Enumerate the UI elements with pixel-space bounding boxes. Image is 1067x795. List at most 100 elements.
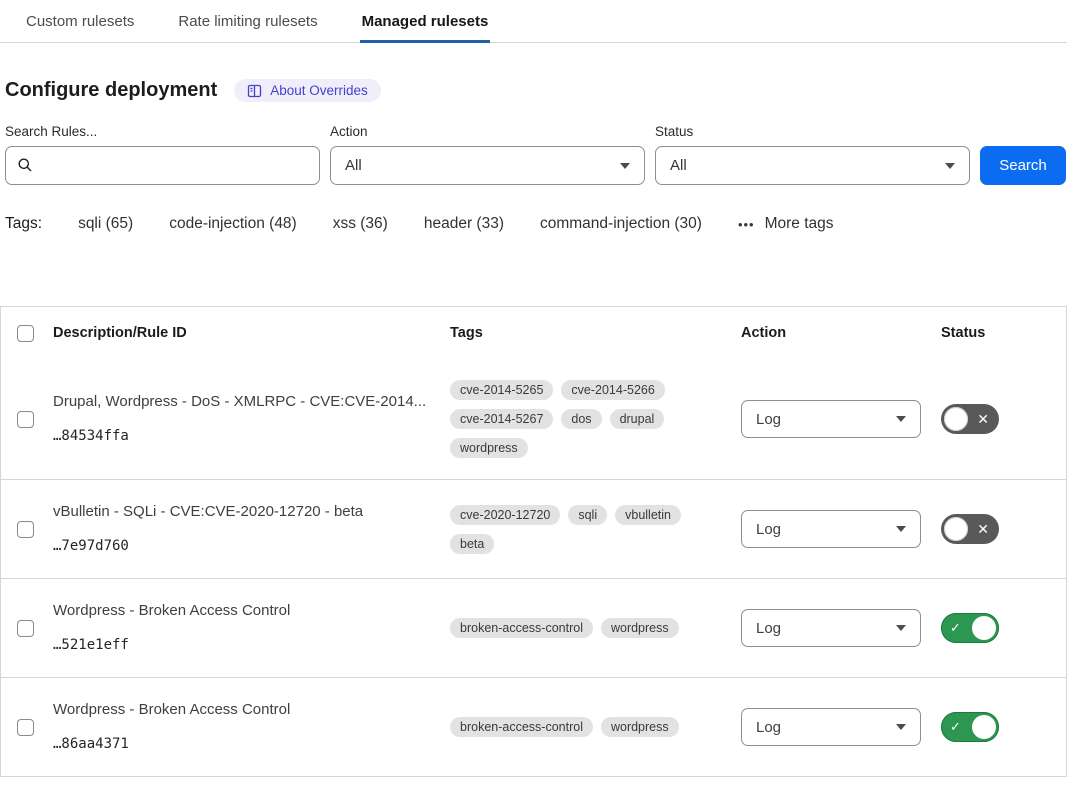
toggle-knob (944, 407, 968, 431)
tag-pill: broken-access-control (450, 618, 593, 638)
status-select[interactable]: All (655, 146, 970, 185)
tag-pill: cve-2014-5267 (450, 409, 553, 429)
rule-id: …521e1eff (53, 634, 434, 656)
chevron-down-icon (896, 416, 906, 422)
tab-custom-rulesets[interactable]: Custom rulesets (24, 0, 136, 43)
tag-pill: dos (561, 409, 601, 429)
chevron-down-icon (896, 724, 906, 730)
table-row: Wordpress - Broken Access Control …521e1… (1, 578, 1066, 677)
managed-rules-table: Description/Rule ID Tags Action Status D… (0, 306, 1067, 777)
table-header-row: Description/Rule ID Tags Action Status (1, 307, 1066, 359)
table-row: Wordpress - Broken Access Control …86aa4… (1, 677, 1066, 776)
toggle-state-icon: ✓ (950, 712, 961, 742)
rule-action-value: Log (756, 521, 781, 538)
tag-pill: wordpress (601, 618, 679, 638)
column-header-description: Description/Rule ID (53, 325, 450, 341)
tag-pill: wordpress (450, 438, 528, 458)
column-header-tags: Tags (450, 325, 741, 341)
rule-action-select[interactable]: Log (741, 609, 921, 647)
ellipsis-icon: ••• (738, 217, 755, 232)
column-header-action: Action (741, 325, 941, 341)
tag-pill: beta (450, 534, 494, 554)
rule-id: …86aa4371 (53, 733, 434, 755)
rule-tags: cve-2020-12720 sqli vbulletin beta (450, 505, 731, 554)
rule-description: Wordpress - Broken Access Control (53, 600, 434, 622)
rule-id: …7e97d760 (53, 535, 434, 557)
ruleset-tabs: Custom rulesets Rate limiting rulesets M… (0, 0, 1067, 43)
tags-bar-label: Tags: (5, 215, 42, 233)
rule-action-select[interactable]: Log (741, 510, 921, 548)
chevron-down-icon (620, 163, 630, 169)
tab-managed-rulesets[interactable]: Managed rulesets (360, 0, 491, 43)
search-button[interactable]: Search (980, 146, 1066, 185)
rule-status-toggle[interactable]: ✕ (941, 404, 999, 434)
search-icon (17, 157, 33, 178)
rule-tags: broken-access-control wordpress (450, 618, 731, 638)
rule-description: Drupal, Wordpress - DoS - XMLRPC - CVE:C… (53, 391, 434, 413)
rule-action-value: Log (756, 620, 781, 637)
rule-status-toggle[interactable]: ✓ (941, 613, 999, 643)
rule-description: vBulletin - SQLi - CVE:CVE-2020-12720 - … (53, 501, 434, 523)
tag-link-xss[interactable]: xss (36) (333, 215, 388, 233)
status-label: Status (655, 124, 970, 139)
about-overrides-link[interactable]: About Overrides (234, 79, 381, 102)
tag-pill: sqli (568, 505, 607, 525)
page-header: Configure deployment About Overrides (5, 79, 1067, 102)
action-select-value: All (345, 157, 362, 174)
tag-pill: broken-access-control (450, 717, 593, 737)
row-checkbox[interactable] (17, 411, 34, 428)
tag-pill: vbulletin (615, 505, 681, 525)
tag-pill: drupal (610, 409, 665, 429)
toggle-state-icon: ✕ (977, 514, 989, 544)
rule-description: Wordpress - Broken Access Control (53, 699, 434, 721)
search-input[interactable] (5, 146, 320, 185)
tag-pill: wordpress (601, 717, 679, 737)
rule-tags: broken-access-control wordpress (450, 717, 731, 737)
tag-link-code-injection[interactable]: code-injection (48) (169, 215, 297, 233)
rule-tags: cve-2014-5265 cve-2014-5266 cve-2014-5267 d… (450, 380, 731, 458)
filter-bar: Search Rules... Action All Status All Se… (5, 124, 1067, 185)
action-select[interactable]: All (330, 146, 645, 185)
tag-link-command-injection[interactable]: command-injection (30) (540, 215, 702, 233)
action-field: Action All (330, 124, 645, 185)
rule-id: …84534ffa (53, 425, 434, 447)
toggle-knob (944, 517, 968, 541)
more-tags-label: More tags (765, 215, 834, 233)
action-label: Action (330, 124, 645, 139)
more-tags-button[interactable]: ••• More tags (738, 215, 834, 233)
chevron-down-icon (896, 625, 906, 631)
tab-rate-limiting-rulesets[interactable]: Rate limiting rulesets (176, 0, 319, 43)
page-title: Configure deployment (5, 79, 217, 102)
search-field: Search Rules... (5, 124, 320, 185)
table-row: vBulletin - SQLi - CVE:CVE-2020-12720 - … (1, 479, 1066, 578)
search-label: Search Rules... (5, 124, 320, 139)
status-field: Status All (655, 124, 970, 185)
row-checkbox[interactable] (17, 620, 34, 637)
table-row: Drupal, Wordpress - DoS - XMLRPC - CVE:C… (1, 359, 1066, 479)
about-overrides-label: About Overrides (270, 83, 368, 98)
row-checkbox[interactable] (17, 521, 34, 538)
toggle-state-icon: ✕ (977, 404, 989, 434)
tag-pill: cve-2020-12720 (450, 505, 560, 525)
select-all-checkbox[interactable] (17, 325, 34, 342)
rule-action-select[interactable]: Log (741, 708, 921, 746)
rule-action-select[interactable]: Log (741, 400, 921, 438)
row-checkbox[interactable] (17, 719, 34, 736)
rule-status-toggle[interactable]: ✕ (941, 514, 999, 544)
rule-status-toggle[interactable]: ✓ (941, 712, 999, 742)
toggle-state-icon: ✓ (950, 613, 961, 643)
toggle-knob (972, 616, 996, 640)
rule-action-value: Log (756, 719, 781, 736)
chevron-down-icon (945, 163, 955, 169)
chevron-down-icon (896, 526, 906, 532)
tag-pill: cve-2014-5266 (561, 380, 664, 400)
tag-pill: cve-2014-5265 (450, 380, 553, 400)
status-select-value: All (670, 157, 687, 174)
tag-link-header[interactable]: header (33) (424, 215, 504, 233)
toggle-knob (972, 715, 996, 739)
tag-link-sqli[interactable]: sqli (65) (78, 215, 133, 233)
book-icon (247, 84, 262, 98)
tags-bar: Tags: sqli (65) code-injection (48) xss … (5, 215, 1067, 233)
column-header-status: Status (941, 325, 1066, 341)
rule-action-value: Log (756, 411, 781, 428)
